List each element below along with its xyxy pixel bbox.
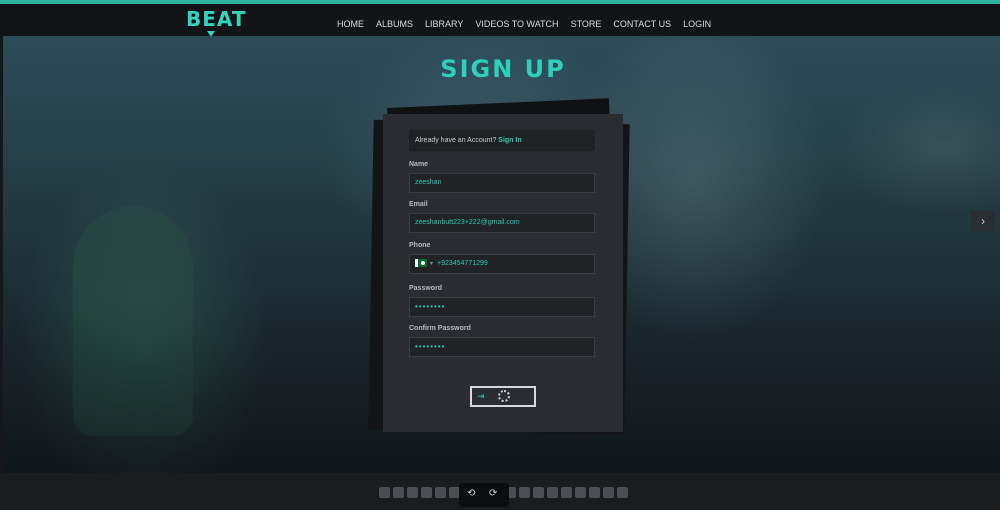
twitter-icon[interactable] xyxy=(393,487,404,498)
nav-library[interactable]: LIBRARY xyxy=(425,19,463,31)
signin-prompt: Already have an Account? Sign In xyxy=(409,130,595,151)
google-play-icon[interactable] xyxy=(575,487,586,498)
page-title: SIGN UP xyxy=(440,55,566,83)
nav-contact[interactable]: CONTACT US xyxy=(613,19,671,31)
confirm-password-label: Confirm Password xyxy=(409,325,471,332)
phone-value: +923454771299 xyxy=(437,260,488,267)
signup-form: Already have an Account? Sign In Name ze… xyxy=(383,114,623,432)
nav-home[interactable]: HOME xyxy=(337,19,364,31)
mixcloud-icon[interactable] xyxy=(589,487,600,498)
nav-login[interactable]: LOGIN xyxy=(683,19,711,31)
phone-field[interactable]: ▾ +923454771299 xyxy=(409,254,595,274)
media-player-controls: ⟲ ⟳ xyxy=(459,483,509,507)
instagram-icon[interactable] xyxy=(435,487,446,498)
confirm-password-field[interactable]: •••••••• xyxy=(409,337,595,357)
itunes-icon[interactable] xyxy=(547,487,558,498)
nav-videos[interactable]: VIDEOS TO WATCH xyxy=(475,19,558,31)
facebook-icon[interactable] xyxy=(421,487,432,498)
carousel-next-button[interactable]: › xyxy=(971,211,995,231)
main-nav: HOME ALBUMS LIBRARY VIDEOS TO WATCH STOR… xyxy=(337,19,711,31)
chevron-down-icon[interactable]: ▾ xyxy=(430,261,433,267)
nav-albums[interactable]: ALBUMS xyxy=(376,19,413,31)
pakistan-flag-icon[interactable] xyxy=(415,259,427,268)
nav-store[interactable]: STORE xyxy=(571,19,602,31)
signin-prompt-text: Already have an Account? xyxy=(415,137,497,144)
phone-label: Phone xyxy=(409,242,431,249)
name-field[interactable]: zeeshan xyxy=(409,173,595,193)
napster-icon[interactable] xyxy=(603,487,614,498)
brand-logo[interactable]: BEAT xyxy=(186,9,246,29)
facebook-icon[interactable] xyxy=(407,487,418,498)
password-label: Password xyxy=(409,285,443,292)
spotify-icon[interactable] xyxy=(533,487,544,498)
bandcamp-icon[interactable] xyxy=(561,487,572,498)
password-field[interactable]: •••••••• xyxy=(409,297,595,317)
navbar: BEAT HOME ALBUMS LIBRARY VIDEOS TO WATCH… xyxy=(0,4,1000,37)
sign-in-icon: ⇥ xyxy=(477,391,485,401)
email-field[interactable]: zeeshanbutt223+222@gmail.com xyxy=(409,213,595,233)
email-label: Email xyxy=(409,201,428,208)
undo-icon[interactable]: ⟲ xyxy=(467,488,475,499)
submit-button[interactable]: ⇥ xyxy=(470,386,536,407)
signin-link[interactable]: Sign In xyxy=(498,137,521,144)
redo-icon[interactable]: ⟳ xyxy=(489,488,497,499)
shazam-icon[interactable] xyxy=(617,487,628,498)
youtube-icon[interactable] xyxy=(379,487,390,498)
deezer-icon[interactable] xyxy=(519,487,530,498)
loading-spinner-icon xyxy=(498,390,510,402)
name-label: Name xyxy=(409,161,429,168)
